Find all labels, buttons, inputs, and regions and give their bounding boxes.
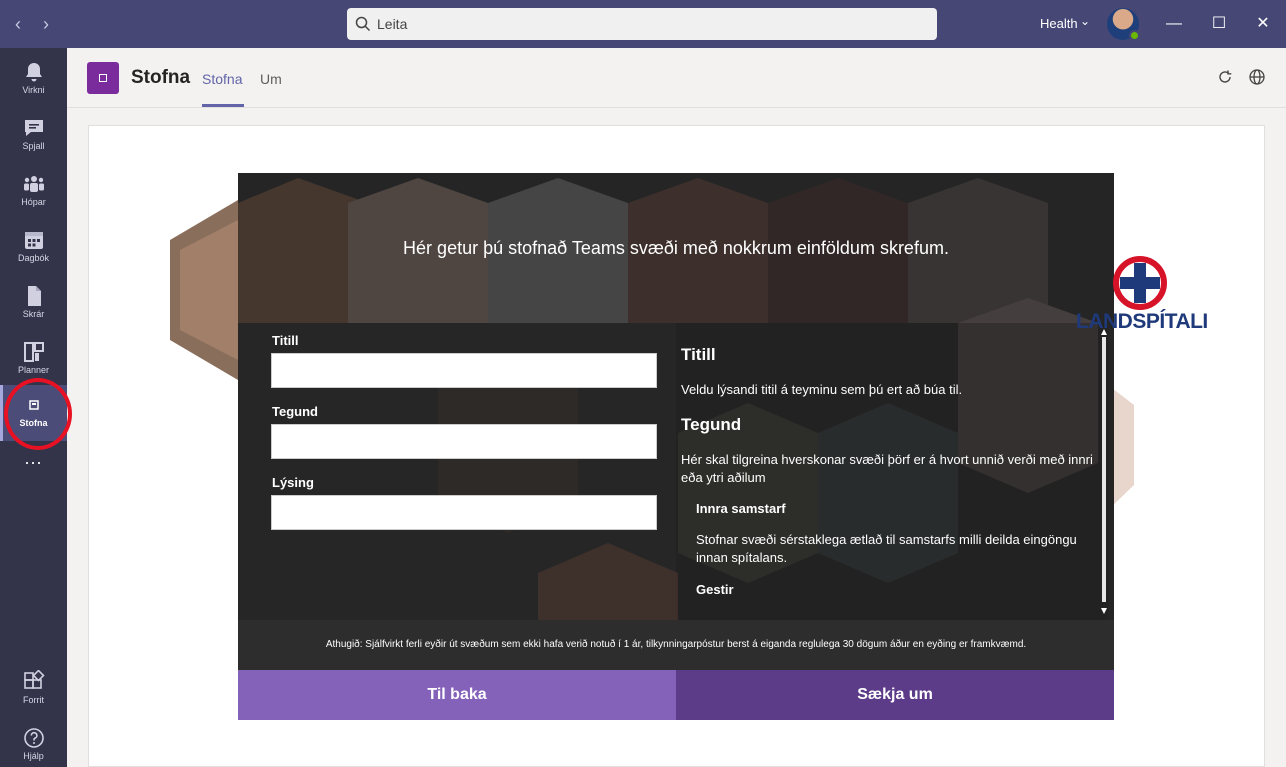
apply-button[interactable]: Sækja um xyxy=(676,670,1114,720)
rail-label: Hópar xyxy=(21,197,46,207)
rail-item-calendar[interactable]: Dagbók xyxy=(0,220,67,276)
help-subheading-internal: Innra samstarf xyxy=(696,501,786,516)
help-heading-title: Titill xyxy=(681,345,716,364)
maximize-icon[interactable]: ☐ xyxy=(1207,12,1231,36)
field-label-description: Lýsing xyxy=(272,475,314,490)
back-button[interactable]: Til baka xyxy=(238,670,676,720)
title-field[interactable] xyxy=(271,353,657,388)
rail-label: Dagbók xyxy=(17,253,50,263)
rail-item-help[interactable]: Hjálp xyxy=(0,718,67,767)
rail-label: Forrit xyxy=(23,695,44,705)
presence-available-icon xyxy=(1129,30,1140,41)
calendar-icon xyxy=(24,232,43,249)
more-icon: ... xyxy=(24,448,43,468)
apps-icon xyxy=(23,670,45,689)
retention-notice: Athugið: Sjálfvirkt ferli eyðir út svæðu… xyxy=(238,620,1114,670)
title-bar: ‹ › Leita Health ⌄ — ☐ ✕ xyxy=(0,0,1286,48)
description-field[interactable] xyxy=(271,495,657,530)
rail-label: Skrár xyxy=(22,309,45,319)
hero-background: Hér getur þú stofnað Teams svæði með nok… xyxy=(238,173,1114,620)
panel-heading: Hér getur þú stofnað Teams svæði með nok… xyxy=(403,238,949,258)
rail-item-chat[interactable]: Spjall xyxy=(0,108,67,164)
rail-item-activity[interactable]: Virkni xyxy=(0,52,67,108)
forward-arrow-icon[interactable]: › xyxy=(36,12,56,36)
planner-icon xyxy=(23,342,44,362)
search-placeholder: Leita xyxy=(377,16,408,32)
help-text-type: Hér skal tilgreina hverskonar svæði þörf… xyxy=(681,452,1093,485)
logo-text: LANDSPÍTALI xyxy=(1076,310,1208,333)
help-text-panel[interactable]: Titill Veldu lýsandi titil á teyminu sem… xyxy=(676,323,1108,620)
rail-item-teams[interactable]: Hópar xyxy=(0,164,67,220)
files-icon xyxy=(27,286,41,306)
tab-um[interactable]: Um xyxy=(260,71,282,87)
app-header: Stofna Stofna Um xyxy=(67,48,1286,108)
close-icon[interactable]: ✕ xyxy=(1251,12,1275,36)
refresh-icon[interactable] xyxy=(1216,68,1234,86)
rail-item-files[interactable]: Skrár xyxy=(0,276,67,332)
help-scrollbar[interactable] xyxy=(1100,323,1108,620)
bell-icon xyxy=(25,63,42,82)
help-subheading-guests: Gestir xyxy=(696,582,734,597)
type-field[interactable] xyxy=(271,424,657,459)
globe-icon[interactable] xyxy=(1248,68,1266,86)
rail-label: Hjálp xyxy=(23,751,44,761)
minimize-icon[interactable]: — xyxy=(1162,12,1186,36)
field-label-type: Tegund xyxy=(272,404,318,419)
highlight-circle xyxy=(4,378,72,450)
chat-icon xyxy=(24,120,43,136)
back-arrow-icon[interactable]: ‹ xyxy=(8,12,28,36)
tab-stofna[interactable]: Stofna xyxy=(202,71,242,87)
search-input[interactable]: Leita xyxy=(347,8,937,40)
form-area: Titill Tegund Lýsing xyxy=(238,323,676,620)
search-icon xyxy=(355,16,371,32)
page-title: Stofna xyxy=(131,67,191,88)
rail-label: Virkni xyxy=(22,85,45,95)
rail-item-apps[interactable]: Forrit xyxy=(0,662,67,718)
create-team-panel: Hér getur þú stofnað Teams svæði með nok… xyxy=(238,173,1114,720)
app-logo-icon xyxy=(87,62,119,94)
help-icon xyxy=(23,728,44,748)
active-tab-indicator xyxy=(202,104,244,107)
field-label-title: Titill xyxy=(272,333,299,348)
chevron-down-icon[interactable]: ⌄ xyxy=(1080,14,1090,28)
avatar[interactable] xyxy=(1107,8,1140,41)
rail-label: Planner xyxy=(17,365,50,375)
help-text-internal: Stofnar svæði sérstaklega ætlað til sams… xyxy=(696,532,1077,565)
help-heading-type: Tegund xyxy=(681,415,742,434)
rail-label: Spjall xyxy=(22,141,45,151)
help-text-title: Veldu lýsandi titil á teyminu sem þú ert… xyxy=(681,382,963,397)
tenant-switcher[interactable]: Health xyxy=(1040,16,1078,31)
teams-icon xyxy=(23,176,44,192)
